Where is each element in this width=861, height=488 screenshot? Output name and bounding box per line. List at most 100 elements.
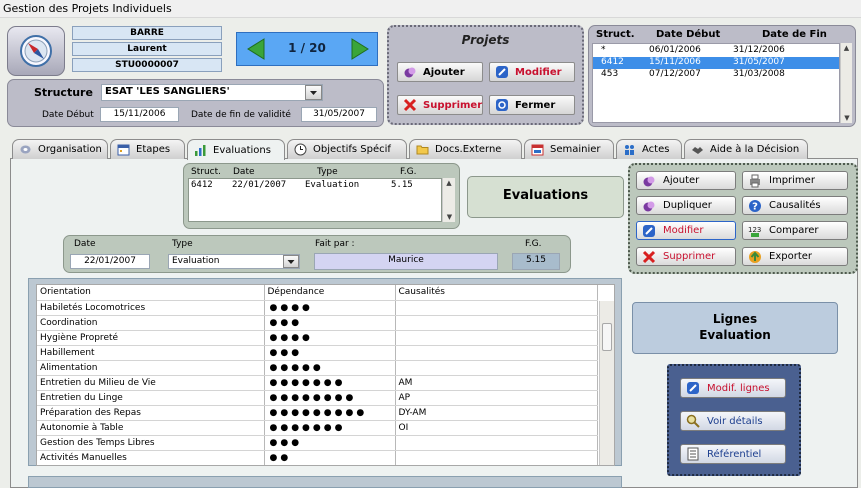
tab-docs-externe[interactable]: Docs.Externe xyxy=(409,139,522,159)
tab-label: Etapes xyxy=(136,144,171,155)
tab-evaluations[interactable]: Evaluations xyxy=(187,139,285,160)
close-icon xyxy=(496,99,508,111)
table-row[interactable]: Entretien du Milieu de Vie ●●●●●●● AM xyxy=(37,375,598,391)
projet-modifier-label: Modifier xyxy=(515,66,562,78)
tab-objectifs[interactable]: Objectifs Spécif xyxy=(287,139,407,159)
fin-cell: 31/12/2006 xyxy=(733,45,785,55)
structure-dropdown-button[interactable] xyxy=(305,85,322,100)
table-row[interactable]: Hygiène Propreté ●●●● xyxy=(37,330,598,346)
tab-actes[interactable]: Actes xyxy=(616,139,682,159)
debut-cell: 07/12/2007 xyxy=(649,69,701,79)
tab-aide-decision[interactable]: Aide à la Décision xyxy=(684,139,808,159)
table-row[interactable]: Préparation des Repas ●●●●●●●●● DY-AM xyxy=(37,405,598,421)
eval-causalites-label: Causalités xyxy=(769,200,821,211)
eval-imprimer-button[interactable]: Imprimer xyxy=(742,171,848,190)
structure-panel: Structure ESAT 'LES SANGLIERS' Date Débu… xyxy=(7,79,384,127)
compass-icon xyxy=(20,35,52,67)
structure-select[interactable]: ESAT 'LES SANGLIERS' xyxy=(101,84,323,101)
date-fin-label: Date de fin de validité xyxy=(191,110,291,120)
eval-dupliquer-label: Dupliquer xyxy=(663,200,712,211)
detail-date-field[interactable]: 22/01/2007 xyxy=(70,254,150,269)
add-icon xyxy=(643,176,655,186)
table-row[interactable]: Habiletés Locomotrices ●●●● xyxy=(37,300,598,316)
list-item[interactable]: 6412 22/01/2007 Evaluation 5.15 xyxy=(189,180,441,192)
table-row[interactable]: Autonomie à Table ●●●●●●● OI xyxy=(37,420,598,436)
referentiel-button[interactable]: Référentiel xyxy=(680,444,786,464)
compare-icon: 123 xyxy=(748,226,761,237)
tab-semainier[interactable]: Semainier xyxy=(524,139,614,159)
tab-etapes[interactable]: Etapes xyxy=(110,139,185,159)
grid-scrollbar[interactable] xyxy=(599,301,614,465)
lignes-evaluation-title: Lignes Evaluation xyxy=(632,302,838,354)
projet-supprimer-button[interactable]: Supprimer xyxy=(397,95,483,115)
eval-exporter-button[interactable]: Exporter xyxy=(742,247,848,266)
date-fin-field[interactable]: 31/05/2007 xyxy=(301,107,377,122)
voir-details-button[interactable]: Voir détails xyxy=(680,411,786,431)
grid-scroll-thumb[interactable] xyxy=(602,323,612,351)
dependance-cell: ●●●●●●● xyxy=(264,420,396,436)
svg-text:123: 123 xyxy=(748,226,761,234)
table-row[interactable]: Activités Manuelles ●● xyxy=(37,450,598,465)
scroll-down-icon[interactable]: ▼ xyxy=(841,113,853,123)
previous-record-button[interactable] xyxy=(245,38,267,60)
projet-fermer-button[interactable]: Fermer xyxy=(489,95,575,115)
table-row[interactable]: Habillement ●●● xyxy=(37,345,598,361)
fin-cell: 31/03/2008 xyxy=(733,69,785,79)
delete-icon xyxy=(642,250,656,263)
eval-list-scrollbar[interactable]: ▲ ▼ xyxy=(442,178,455,222)
next-record-button[interactable] xyxy=(349,38,371,60)
struct-cell: 6412 xyxy=(601,57,624,67)
list-item-selected[interactable]: 6412 15/11/2006 31/05/2007 xyxy=(593,57,839,69)
delete-icon xyxy=(403,98,417,112)
table-row[interactable]: Entretien du Linge ●●●●●●●● AP xyxy=(37,390,598,406)
table-row[interactable]: Coordination ●●● xyxy=(37,315,598,331)
list-item[interactable]: * 06/01/2006 31/12/2006 xyxy=(593,45,839,57)
orientation-cell: Gestion des Temps Libres xyxy=(37,435,265,451)
eval-dupliquer-button[interactable]: Dupliquer xyxy=(636,196,736,215)
projet-modifier-button[interactable]: Modifier xyxy=(489,62,575,82)
scroll-up-icon[interactable]: ▲ xyxy=(841,43,852,53)
help-icon: ? xyxy=(749,199,761,212)
eval-date-cell: 22/01/2007 xyxy=(232,180,287,190)
tab-label: Organisation xyxy=(38,144,102,155)
person-last-name: BARRE xyxy=(72,26,222,40)
eval-modifier-button[interactable]: Modifier xyxy=(636,221,736,240)
table-row[interactable]: Gestion des Temps Libres ●●● xyxy=(37,435,598,451)
dependance-dots: ●●● xyxy=(269,317,303,328)
struct-list-scrollbar[interactable]: ▲ ▼ xyxy=(840,43,852,123)
eval-ajouter-button[interactable]: Ajouter xyxy=(636,171,736,190)
tab-organisation[interactable]: Organisation xyxy=(12,139,108,159)
dependance-dots: ●●●●●●● xyxy=(269,377,346,388)
compass-button[interactable] xyxy=(7,26,65,76)
detail-type-select[interactable]: Evaluation xyxy=(168,254,300,269)
eval-header-date: Date xyxy=(233,167,255,177)
causalites-cell xyxy=(395,345,598,361)
modif-lignes-button[interactable]: Modif. lignes xyxy=(680,378,786,398)
eval-list: 6412 22/01/2007 Evaluation 5.15 xyxy=(188,178,442,222)
eval-ajouter-label: Ajouter xyxy=(663,175,700,186)
person-first-name: Laurent xyxy=(72,42,222,56)
eval-causalites-button[interactable]: ? Causalités xyxy=(742,196,848,215)
scroll-down-icon[interactable]: ▼ xyxy=(443,212,456,222)
date-debut-field[interactable]: 15/11/2006 xyxy=(100,107,179,122)
projet-ajouter-button[interactable]: Ajouter xyxy=(397,62,483,82)
calendar-icon xyxy=(117,144,130,156)
lignes-actions-panel: Modif. lignes Voir détails Référentiel xyxy=(667,364,801,476)
dependance-dots: ●●●●●●●● xyxy=(269,392,357,403)
struct-cell: * xyxy=(601,45,606,55)
list-item[interactable]: 453 07/12/2007 31/03/2008 xyxy=(593,69,839,81)
organisation-icon xyxy=(20,145,31,154)
struct-list: * 06/01/2006 31/12/2006 6412 15/11/2006 … xyxy=(592,43,840,123)
detail-fait-par-field[interactable]: Maurice xyxy=(314,253,498,270)
eval-supprimer-button[interactable]: Supprimer xyxy=(636,247,736,266)
arrow-right-icon xyxy=(351,38,369,60)
detail-type-dropdown-button[interactable] xyxy=(283,255,299,268)
eval-comparer-button[interactable]: 123 Comparer xyxy=(742,221,848,240)
dependance-dots: ●●●●● xyxy=(269,362,324,373)
evaluations-title: Evaluations xyxy=(467,176,624,218)
orientation-cell: Habiletés Locomotrices xyxy=(37,300,265,316)
modif-lignes-label: Modif. lignes xyxy=(707,382,770,394)
eval-struct-cell: 6412 xyxy=(191,180,213,190)
table-row[interactable]: Alimentation ●●●●● xyxy=(37,360,598,376)
scroll-up-icon[interactable]: ▲ xyxy=(443,178,455,188)
